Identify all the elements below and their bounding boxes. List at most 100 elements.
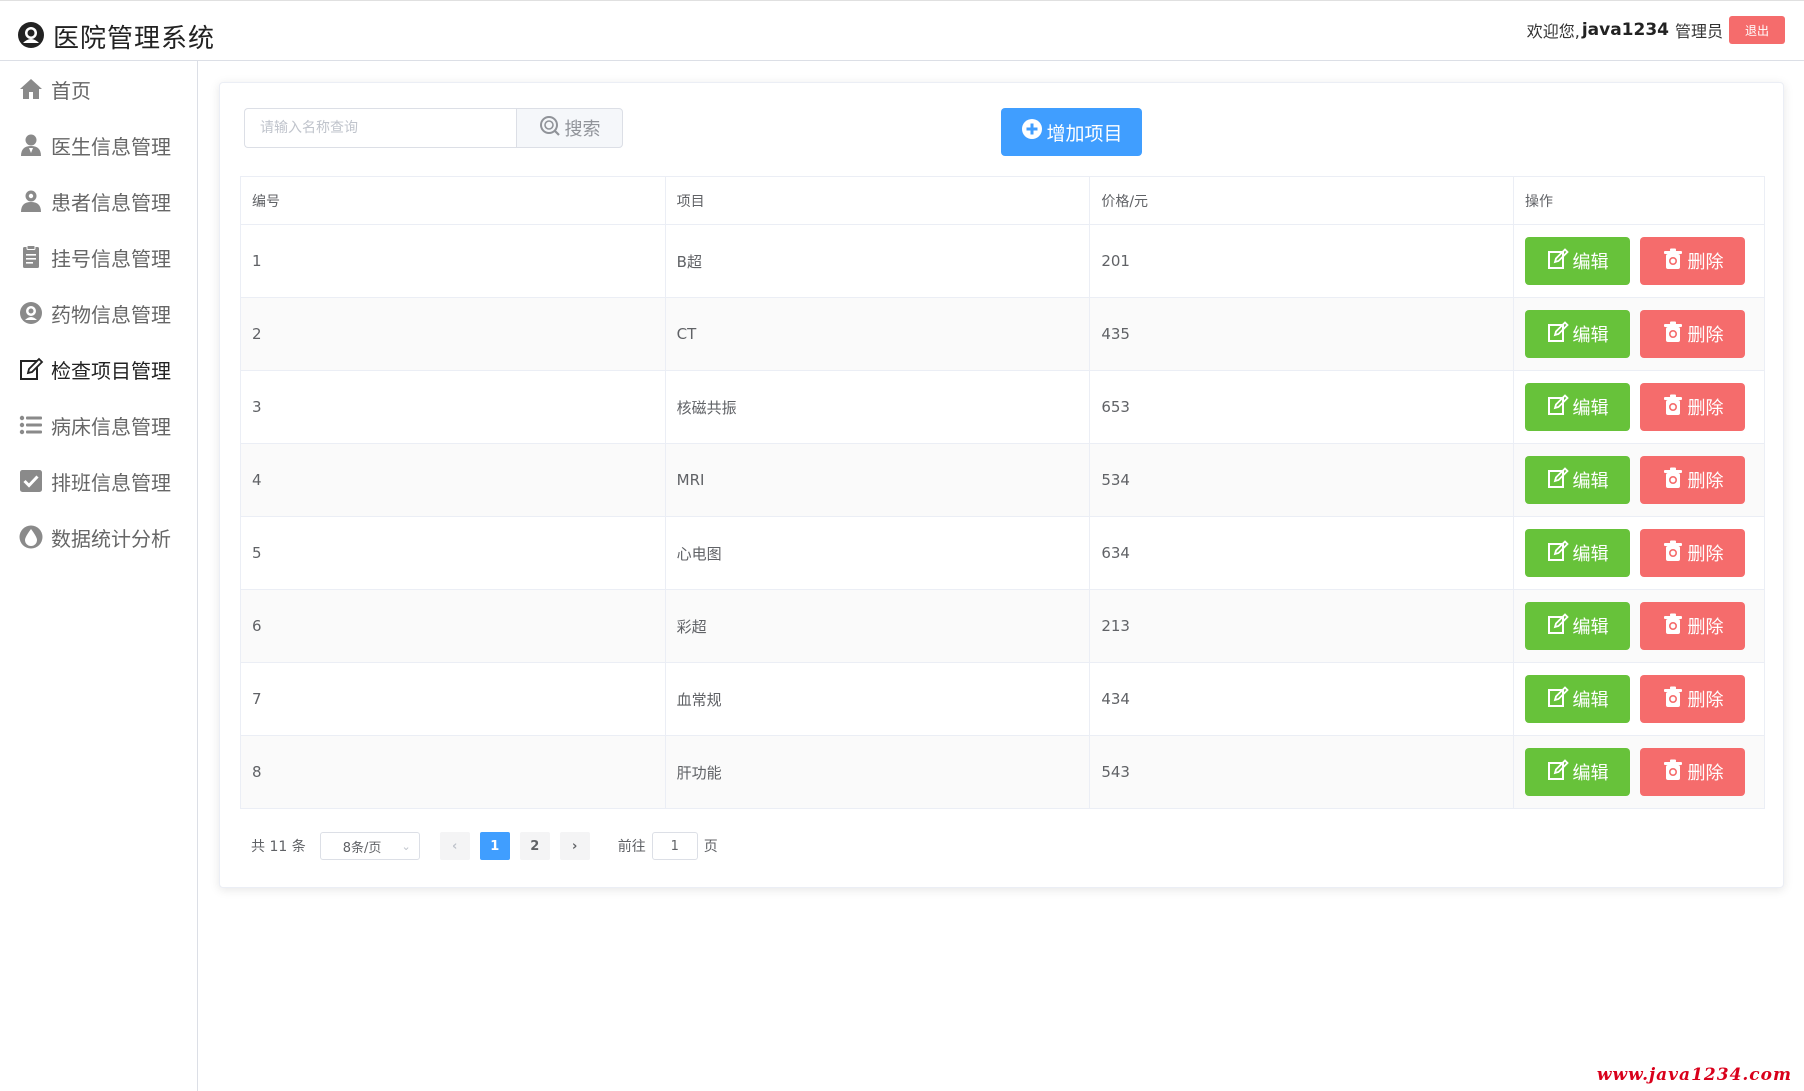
user-area: 欢迎您, java1234 管理员 退出 <box>1527 16 1785 44</box>
edit-label: 编辑 <box>1572 252 1609 272</box>
sidebar-item-label: 数据统计分析 <box>51 526 171 551</box>
table-header-row: 编号 项目 价格/元 操作 <box>240 176 1765 225</box>
delete-button[interactable]: 删除 <box>1640 529 1745 577</box>
cell-id: 1 <box>240 224 666 298</box>
sidebar-item-label: 药物信息管理 <box>51 302 171 327</box>
column-header-price: 价格/元 <box>1089 176 1514 225</box>
cell-actions: 编辑 删除 <box>1513 662 1765 736</box>
cell-price: 534 <box>1089 443 1514 517</box>
pagination: 共 11 条 8条/页 ⌄ ‹ 1 2 › 前往 页 <box>251 832 718 860</box>
edit-button[interactable]: 编辑 <box>1525 675 1630 723</box>
edit-button[interactable]: 编辑 <box>1525 529 1630 577</box>
cell-actions: 编辑 删除 <box>1513 224 1765 298</box>
edit-button[interactable]: 编辑 <box>1525 456 1630 504</box>
column-header-name: 项目 <box>665 176 1091 225</box>
page-number-2[interactable]: 2 <box>519 832 550 860</box>
sidebar-item-doctors[interactable]: 医生信息管理 <box>0 117 197 173</box>
edit-button[interactable]: 编辑 <box>1525 237 1630 285</box>
delete-button[interactable]: 删除 <box>1640 602 1745 650</box>
cell-name: B超 <box>665 224 1091 298</box>
edit-button[interactable]: 编辑 <box>1525 748 1630 796</box>
edit-icon <box>1547 320 1573 348</box>
trash-icon <box>1662 686 1688 713</box>
row-actions: 编辑 删除 <box>1525 748 1764 796</box>
welcome-text: 欢迎您, <box>1526 22 1580 41</box>
trash-icon <box>1662 540 1688 567</box>
goto-suffix: 页 <box>703 839 718 855</box>
prev-page-button[interactable]: ‹ <box>439 832 470 860</box>
cell-id: 4 <box>240 443 666 517</box>
cell-id: 5 <box>240 516 666 590</box>
add-item-button[interactable]: 增加项目 <box>1001 108 1142 156</box>
cell-price: 653 <box>1089 370 1514 444</box>
delete-label: 删除 <box>1687 252 1724 272</box>
trash-icon <box>1662 759 1688 786</box>
table-row: 5 心电图 634 编辑 删除 <box>240 516 1765 590</box>
page-size-select[interactable]: 8条/页 ⌄ <box>319 832 420 860</box>
cell-price: 543 <box>1089 735 1514 809</box>
delete-button[interactable]: 删除 <box>1640 675 1745 723</box>
cell-name: 肝功能 <box>665 735 1091 809</box>
list-icon <box>17 411 45 439</box>
cell-actions: 编辑 删除 <box>1513 297 1765 371</box>
sidebar-item-beds[interactable]: 病床信息管理 <box>0 397 197 453</box>
edit-button[interactable]: 编辑 <box>1525 383 1630 431</box>
clipboard-icon <box>17 243 45 271</box>
cell-name: MRI <box>665 443 1091 517</box>
delete-label: 删除 <box>1687 617 1724 637</box>
logout-button[interactable]: 退出 <box>1729 16 1785 44</box>
row-actions: 编辑 删除 <box>1525 237 1764 285</box>
row-actions: 编辑 删除 <box>1525 456 1764 504</box>
sidebar-item-exam-items[interactable]: 检查项目管理 <box>0 341 197 397</box>
row-actions: 编辑 删除 <box>1525 675 1764 723</box>
search-input[interactable] <box>244 108 516 148</box>
cell-actions: 编辑 删除 <box>1513 516 1765 590</box>
edit-label: 编辑 <box>1572 325 1609 345</box>
edit-label: 编辑 <box>1572 763 1609 783</box>
page-size-value: 8条/页 <box>342 840 382 856</box>
goto-label: 前往 <box>617 839 646 855</box>
cell-name: 血常规 <box>665 662 1091 736</box>
edit-icon <box>1547 466 1573 494</box>
cell-id: 3 <box>240 370 666 444</box>
add-circle-icon <box>1020 117 1046 147</box>
sidebar-item-registrations[interactable]: 挂号信息管理 <box>0 229 197 285</box>
edit-icon <box>17 355 45 383</box>
edit-label: 编辑 <box>1572 544 1609 564</box>
edit-button[interactable]: 编辑 <box>1525 310 1630 358</box>
sidebar-item-medicines[interactable]: 药物信息管理 <box>0 285 197 341</box>
delete-label: 删除 <box>1687 690 1724 710</box>
delete-button[interactable]: 删除 <box>1640 237 1745 285</box>
sidebar-item-statistics[interactable]: 数据统计分析 <box>0 509 197 565</box>
delete-button[interactable]: 删除 <box>1640 456 1745 504</box>
delete-button[interactable]: 删除 <box>1640 310 1745 358</box>
table-row: 8 肝功能 543 编辑 删除 <box>240 735 1765 809</box>
sidebar-item-label: 病床信息管理 <box>51 414 171 439</box>
next-page-button[interactable]: › <box>559 832 590 860</box>
delete-button[interactable]: 删除 <box>1640 383 1745 431</box>
home-icon <box>17 75 45 103</box>
delete-label: 删除 <box>1687 471 1724 491</box>
cell-price: 634 <box>1089 516 1514 590</box>
top-header: 医院管理系统 欢迎您, java1234 管理员 退出 <box>0 0 1804 61</box>
search-bar: 搜索 <box>244 108 623 148</box>
sidebar-item-home[interactable]: 首页 <box>0 61 197 117</box>
delete-button[interactable]: 删除 <box>1640 748 1745 796</box>
goto-page-input[interactable] <box>651 832 698 860</box>
delete-label: 删除 <box>1687 398 1724 418</box>
watermark: www.java1234.com <box>1596 1065 1792 1085</box>
table-row: 2 CT 435 编辑 删除 <box>240 297 1765 371</box>
edit-icon <box>1547 685 1573 713</box>
page-number-1[interactable]: 1 <box>479 832 510 860</box>
edit-button[interactable]: 编辑 <box>1525 602 1630 650</box>
total-count: 共 11 条 <box>251 839 306 855</box>
delete-label: 删除 <box>1687 763 1724 783</box>
sidebar-item-schedules[interactable]: 排班信息管理 <box>0 453 197 509</box>
sidebar-item-label: 患者信息管理 <box>51 190 171 215</box>
sidebar-item-label: 检查项目管理 <box>51 358 171 383</box>
sidebar-item-patients[interactable]: 患者信息管理 <box>0 173 197 229</box>
cell-id: 8 <box>240 735 666 809</box>
cell-name: 彩超 <box>665 589 1091 663</box>
column-header-id: 编号 <box>240 176 666 225</box>
search-button[interactable]: 搜索 <box>516 108 623 148</box>
